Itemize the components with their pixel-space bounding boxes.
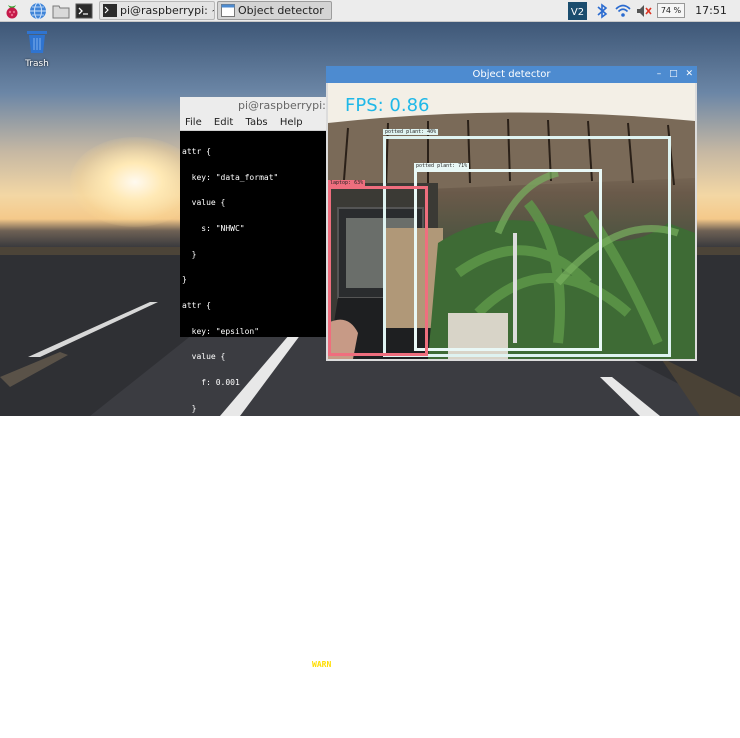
terminal-menubar: File Edit Tabs Help [180, 115, 350, 131]
warning-word: WARN [312, 659, 332, 669]
minimize-icon[interactable]: – [657, 69, 662, 79]
detection-box-potted-plant-2 [414, 169, 602, 351]
window-controls: – □ ✕ [652, 68, 693, 80]
terminal-launcher-icon[interactable] [75, 2, 93, 20]
web-browser-icon[interactable] [29, 2, 47, 20]
terminal-line: s: "NHWC" [182, 224, 245, 234]
detection-label: laptop: 63% [328, 180, 366, 186]
detection-label: potted plant: 40% [383, 129, 439, 135]
camera-feed: FPS: 0.86 potted plant: 40% potted plant… [328, 83, 695, 359]
volume-mute-icon[interactable] [635, 2, 653, 20]
menu-help[interactable]: Help [280, 117, 303, 128]
window-icon [221, 4, 235, 17]
file-manager-icon[interactable] [52, 2, 70, 20]
terminal-line: value { [182, 506, 226, 516]
terminal-line: key: "data_format" [182, 172, 279, 182]
raspberry-menu-icon[interactable] [3, 2, 21, 20]
terminal-window[interactable]: pi@raspberrypi: ~/Do File Edit Tabs Help… [180, 97, 350, 720]
terminal-line: } [182, 403, 197, 413]
menu-tabs[interactable]: Tabs [245, 117, 267, 128]
terminal-line: value { [182, 198, 226, 208]
object-detector-window[interactable]: Object detector – □ ✕ FPS: 0.86 potted p… [326, 66, 697, 361]
terminal-line: } [182, 557, 197, 567]
terminal-line: key: "is_training" [182, 480, 279, 490]
terminal-line: attr { [182, 454, 211, 464]
vnc-icon[interactable]: V2 [568, 2, 587, 20]
terminal-line: } [182, 249, 197, 259]
taskbar-item-terminal[interactable]: pi@raspberrypi: ~/Do... [99, 1, 215, 20]
terminal-line: attr { [182, 147, 211, 157]
cpu-usage-indicator: 74 % [657, 3, 685, 18]
clock[interactable]: 17:51 [688, 0, 734, 22]
detector-titlebar[interactable]: Object detector – □ ✕ [326, 66, 697, 83]
taskbar-item-label: Object detector [238, 4, 324, 17]
terminal-line: b: false [182, 531, 240, 541]
fps-counter: FPS: 0.86 [345, 95, 430, 116]
taskbar-item-label: pi@raspberrypi: ~/Do... [120, 4, 214, 17]
detection-label: potted plant: 71% [414, 163, 470, 169]
maximize-icon[interactable]: □ [669, 69, 678, 79]
warning-prefix: ** (Object detector:1032): [182, 659, 313, 669]
wifi-icon[interactable] [614, 2, 632, 20]
terminal-output[interactable]: attr { key: "data_format" value { s: "NH… [182, 131, 350, 738]
detector-title: Object detector [472, 69, 551, 80]
menu-edit[interactable]: Edit [214, 117, 233, 128]
terminal-line: f: 0.001 [182, 377, 240, 387]
menu-file[interactable]: File [185, 117, 202, 128]
terminal-line: value { [182, 352, 226, 362]
terminal-line: } [182, 429, 187, 439]
trash-icon [27, 31, 47, 53]
close-icon[interactable]: ✕ [685, 69, 693, 79]
terminal-line: } [182, 275, 187, 285]
terminal-line: key: "epsilon" [182, 326, 260, 336]
terminal-line: attr { [182, 300, 211, 310]
trash-label: Trash [25, 59, 49, 69]
trash-desktop-icon[interactable]: Trash [20, 28, 54, 69]
terminal-line-warning: ** (Object detector:1032): WARN [182, 659, 350, 670]
bluetooth-icon[interactable] [593, 2, 611, 20]
terminal-line: } [182, 582, 187, 592]
taskbar-item-object-detector[interactable]: Object detector [217, 1, 332, 20]
terminal-line: s: org.freedesktop.DBus.Error.S [182, 685, 332, 695]
terminal-icon [103, 4, 117, 17]
terminal-title[interactable]: pi@raspberrypi: ~/Do [180, 97, 350, 115]
svg-text:V2: V2 [571, 7, 584, 18]
terminal-line: ided by any .service files [182, 711, 308, 721]
detection-box-laptop [328, 186, 428, 356]
taskbar: pi@raspberrypi: ~/Do... Object detector … [0, 0, 740, 22]
